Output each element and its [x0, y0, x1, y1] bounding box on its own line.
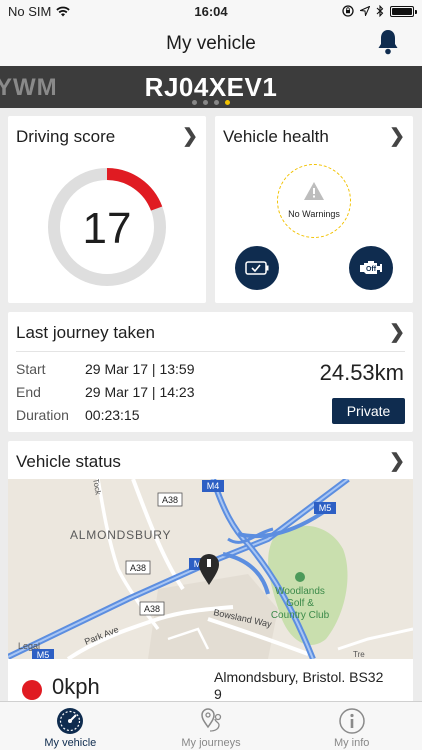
bell-icon[interactable] [376, 28, 400, 56]
golf-icon [295, 572, 305, 582]
speedometer-icon [57, 708, 84, 734]
vehicle-plate-carousel[interactable]: YWM RJ04XEV1 [0, 66, 422, 108]
divider [16, 351, 405, 352]
road-shield-a38: A38 [157, 492, 183, 507]
map-canvas: ALMONDSBURY A38 A38 A38 M4 M5 M5 Park Av… [8, 479, 413, 659]
engine-off-icon: Off [360, 261, 382, 274]
location-address: Almondsbury, Bristol. BS32 9 [214, 669, 404, 703]
tab-label: My journeys [181, 737, 241, 749]
battery-check-icon [245, 261, 269, 275]
chevron-right-icon[interactable]: ❯ [389, 125, 405, 148]
engine-off-badge: Off [366, 266, 377, 273]
address-line: Almondsbury, Bristol. BS32 [214, 669, 384, 685]
chevron-right-icon[interactable]: ❯ [389, 321, 405, 344]
page-dot [192, 100, 197, 105]
tab-my-journeys[interactable]: My journeys [141, 702, 282, 750]
map-label-golf: Woodlands [275, 586, 325, 597]
vehicle-health-title: Vehicle health [223, 127, 329, 146]
map-label-legal: Legal [18, 641, 40, 651]
end-value: 29 Mar 17 | 14:23 [85, 384, 195, 400]
tab-label: My vehicle [44, 737, 97, 749]
speed-value: 0kph [52, 674, 100, 699]
chevron-right-icon[interactable]: ❯ [389, 450, 405, 473]
engine-status-button[interactable]: Off [349, 246, 393, 290]
chevron-right-icon[interactable]: ❯ [182, 125, 198, 148]
tab-my-info[interactable]: My info [281, 702, 422, 750]
map-label-almondsbury: ALMONDSBURY [70, 528, 171, 542]
warning-triangle-icon [304, 182, 324, 200]
map-label-m5: M5 [319, 503, 332, 513]
vehicle-status-title: Vehicle status [16, 452, 121, 471]
status-time: 16:04 [194, 3, 228, 19]
map-label-a38: A38 [144, 604, 160, 614]
warnings-text: No Warnings [288, 209, 340, 219]
battery-status-button[interactable] [235, 246, 279, 290]
road-shield-a38: A38 [139, 601, 165, 616]
ignition-status-dot [22, 680, 42, 700]
vehicle-status-card[interactable]: Vehicle status ❯ ALMONDSBURY A38 A38 A38… [8, 441, 413, 703]
start-label: Start [16, 361, 46, 377]
map-label-a38: A38 [130, 563, 146, 573]
nav-bar: My vehicle [0, 22, 422, 66]
page-indicator [0, 100, 422, 105]
map-label-m5: M5 [37, 650, 50, 659]
journey-distance: 24.53km [319, 360, 404, 385]
road-shield-a38: A38 [125, 560, 151, 575]
driving-score-title: Driving score [16, 127, 116, 146]
route-pin-icon [201, 708, 222, 732]
duration-label: Duration [16, 407, 69, 423]
map-label-golf: Country Club [271, 610, 330, 621]
private-button[interactable]: Private [332, 398, 405, 424]
map-label-golf: Golf & [286, 598, 314, 609]
battery-icon [390, 5, 417, 17]
duration-value: 00:23:15 [85, 407, 140, 423]
page-dot [203, 100, 208, 105]
last-journey-card[interactable]: Last journey taken ❯ Start 29 Mar 17 | 1… [8, 312, 413, 432]
road-shield-m4: M4 [202, 480, 224, 492]
warnings-indicator: No Warnings [277, 164, 351, 238]
page-dot [214, 100, 219, 105]
info-icon [338, 708, 365, 734]
driving-score-gauge: 17 [48, 168, 166, 286]
tab-my-vehicle[interactable]: My vehicle [0, 702, 141, 750]
tab-bar: My vehicle My journeys My info [0, 701, 422, 750]
map-label-tre: Tre [353, 650, 365, 659]
vehicle-health-card[interactable]: Vehicle health ❯ No Warnings Off [215, 116, 413, 303]
map-label-a38: A38 [162, 495, 178, 505]
driving-score-card[interactable]: Driving score ❯ 17 [8, 116, 206, 303]
end-label: End [16, 384, 41, 400]
score-value: 17 [83, 204, 132, 253]
start-value: 29 Mar 17 | 13:59 [85, 361, 195, 377]
page-title: My vehicle [166, 33, 256, 54]
location-map[interactable]: ALMONDSBURY A38 A38 A38 M4 M5 M5 Park Av… [8, 479, 413, 659]
tab-label: My info [333, 737, 370, 749]
road-shield-m5: M5 [314, 502, 336, 514]
status-bar: No SIM 16:04 [0, 0, 422, 22]
map-label-m4: M4 [207, 481, 220, 491]
page-dot-active [225, 100, 230, 105]
current-plate: RJ04XEV1 [144, 72, 278, 102]
last-journey-title: Last journey taken [16, 323, 155, 342]
status-footer: 0kph Almondsbury, Bristol. BS32 9 [8, 659, 413, 703]
